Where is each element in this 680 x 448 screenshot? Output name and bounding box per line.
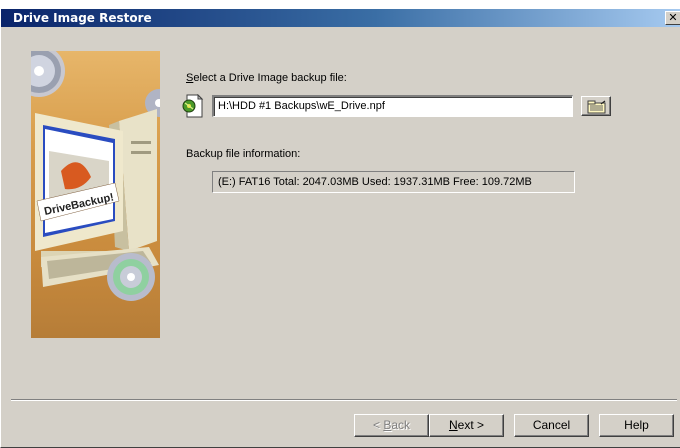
title-bar[interactable]: Drive Image Restore — [1, 9, 680, 27]
browse-button[interactable] — [581, 96, 611, 116]
cd-disc-image-top — [31, 51, 65, 97]
close-button[interactable]: ✕ — [665, 11, 680, 25]
help-button[interactable]: Help — [599, 414, 674, 437]
window-title: Drive Image Restore — [13, 11, 152, 25]
cancel-button[interactable]: Cancel — [514, 414, 589, 437]
next-button-rest: ext > — [457, 418, 485, 432]
backup-file-path-input[interactable]: H:\HDD #1 Backups\wE_Drive.npf — [212, 95, 573, 117]
wizard-illustration: DriveBackup! — [31, 51, 160, 338]
close-icon: ✕ — [668, 11, 678, 24]
disk-file-icon — [182, 93, 204, 118]
folder-browse-icon — [587, 100, 606, 114]
wizard-window: Drive Image Restore ✕ DriveBackup! Selec… — [0, 0, 680, 448]
back-button-rest: ack — [391, 418, 411, 432]
backup-info-label: Backup file information: — [186, 148, 301, 160]
backup-file-label: Select a Drive Image backup file: — [186, 72, 347, 84]
next-button-accel: N — [448, 418, 458, 432]
cd-disc-image-bottom — [107, 253, 155, 301]
next-button[interactable]: Next > — [429, 414, 504, 437]
back-button[interactable]: < Back — [354, 414, 429, 437]
back-button-prefix: < — [372, 418, 384, 432]
button-separator — [11, 399, 677, 401]
backup-info-field: (E:) FAT16 Total: 2047.03MB Used: 1937.3… — [212, 171, 575, 193]
backup-file-label-text: elect a Drive Image backup file: — [193, 72, 347, 84]
top-strip — [1, 1, 680, 9]
